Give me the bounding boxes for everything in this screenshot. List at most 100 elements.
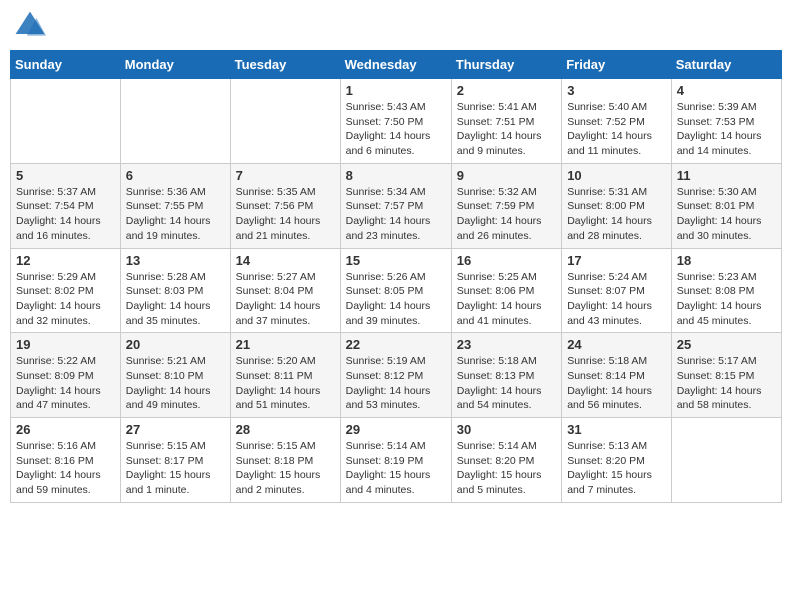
day-number: 14 <box>236 253 335 268</box>
day-header-saturday: Saturday <box>671 51 781 79</box>
day-header-sunday: Sunday <box>11 51 121 79</box>
calendar-week-row: 19 Sunrise: 5:22 AMSunset: 8:09 PMDayligh… <box>11 333 782 418</box>
day-info: Sunrise: 5:17 AMSunset: 8:15 PMDaylight:… <box>677 354 776 413</box>
day-info: Sunrise: 5:29 AMSunset: 8:02 PMDaylight:… <box>16 270 115 329</box>
day-number: 6 <box>126 168 225 183</box>
day-header-tuesday: Tuesday <box>230 51 340 79</box>
day-number: 21 <box>236 337 335 352</box>
day-info: Sunrise: 5:15 AMSunset: 8:17 PMDaylight:… <box>126 439 225 498</box>
calendar-cell: 9 Sunrise: 5:32 AMSunset: 7:59 PMDaylight… <box>451 163 561 248</box>
logo <box>14 10 50 42</box>
day-header-wednesday: Wednesday <box>340 51 451 79</box>
day-header-monday: Monday <box>120 51 230 79</box>
day-info: Sunrise: 5:35 AMSunset: 7:56 PMDaylight:… <box>236 185 335 244</box>
day-info: Sunrise: 5:28 AMSunset: 8:03 PMDaylight:… <box>126 270 225 329</box>
day-header-thursday: Thursday <box>451 51 561 79</box>
calendar-cell: 2 Sunrise: 5:41 AMSunset: 7:51 PMDaylight… <box>451 79 561 164</box>
day-info: Sunrise: 5:19 AMSunset: 8:12 PMDaylight:… <box>346 354 446 413</box>
day-header-friday: Friday <box>562 51 672 79</box>
day-number: 11 <box>677 168 776 183</box>
calendar-cell <box>11 79 121 164</box>
day-number: 8 <box>346 168 446 183</box>
day-number: 12 <box>16 253 115 268</box>
calendar-header-row: SundayMondayTuesdayWednesdayThursdayFrid… <box>11 51 782 79</box>
day-info: Sunrise: 5:26 AMSunset: 8:05 PMDaylight:… <box>346 270 446 329</box>
calendar-cell: 4 Sunrise: 5:39 AMSunset: 7:53 PMDaylight… <box>671 79 781 164</box>
day-number: 5 <box>16 168 115 183</box>
day-number: 9 <box>457 168 556 183</box>
page-header <box>10 10 782 42</box>
day-info: Sunrise: 5:23 AMSunset: 8:08 PMDaylight:… <box>677 270 776 329</box>
calendar-week-row: 1 Sunrise: 5:43 AMSunset: 7:50 PMDaylight… <box>11 79 782 164</box>
day-number: 26 <box>16 422 115 437</box>
day-info: Sunrise: 5:40 AMSunset: 7:52 PMDaylight:… <box>567 100 666 159</box>
day-number: 10 <box>567 168 666 183</box>
day-number: 1 <box>346 83 446 98</box>
day-info: Sunrise: 5:14 AMSunset: 8:20 PMDaylight:… <box>457 439 556 498</box>
calendar-cell: 25 Sunrise: 5:17 AMSunset: 8:15 PMDayligh… <box>671 333 781 418</box>
day-number: 13 <box>126 253 225 268</box>
calendar-cell: 28 Sunrise: 5:15 AMSunset: 8:18 PMDayligh… <box>230 418 340 503</box>
calendar-cell: 1 Sunrise: 5:43 AMSunset: 7:50 PMDaylight… <box>340 79 451 164</box>
calendar-cell: 3 Sunrise: 5:40 AMSunset: 7:52 PMDaylight… <box>562 79 672 164</box>
calendar-cell: 11 Sunrise: 5:30 AMSunset: 8:01 PMDayligh… <box>671 163 781 248</box>
day-number: 2 <box>457 83 556 98</box>
day-number: 25 <box>677 337 776 352</box>
day-info: Sunrise: 5:18 AMSunset: 8:13 PMDaylight:… <box>457 354 556 413</box>
calendar-cell <box>120 79 230 164</box>
day-info: Sunrise: 5:18 AMSunset: 8:14 PMDaylight:… <box>567 354 666 413</box>
calendar-cell: 6 Sunrise: 5:36 AMSunset: 7:55 PMDaylight… <box>120 163 230 248</box>
day-info: Sunrise: 5:24 AMSunset: 8:07 PMDaylight:… <box>567 270 666 329</box>
day-number: 3 <box>567 83 666 98</box>
day-number: 16 <box>457 253 556 268</box>
calendar-cell: 27Sunrise: 5:15 AMSunset: 8:17 PMDayligh… <box>120 418 230 503</box>
calendar-table: SundayMondayTuesdayWednesdayThursdayFrid… <box>10 50 782 503</box>
calendar-week-row: 12 Sunrise: 5:29 AMSunset: 8:02 PMDayligh… <box>11 248 782 333</box>
calendar-cell: 13 Sunrise: 5:28 AMSunset: 8:03 PMDayligh… <box>120 248 230 333</box>
calendar-cell: 31 Sunrise: 5:13 AMSunset: 8:20 PMDayligh… <box>562 418 672 503</box>
calendar-cell: 8 Sunrise: 5:34 AMSunset: 7:57 PMDaylight… <box>340 163 451 248</box>
calendar-cell: 30Sunrise: 5:14 AMSunset: 8:20 PMDayligh… <box>451 418 561 503</box>
day-info: Sunrise: 5:22 AMSunset: 8:09 PMDaylight:… <box>16 354 115 413</box>
calendar-cell: 7 Sunrise: 5:35 AMSunset: 7:56 PMDaylight… <box>230 163 340 248</box>
day-info: Sunrise: 5:32 AMSunset: 7:59 PMDaylight:… <box>457 185 556 244</box>
day-info: Sunrise: 5:27 AMSunset: 8:04 PMDaylight:… <box>236 270 335 329</box>
calendar-cell: 14 Sunrise: 5:27 AMSunset: 8:04 PMDayligh… <box>230 248 340 333</box>
calendar-cell <box>230 79 340 164</box>
day-info: Sunrise: 5:20 AMSunset: 8:11 PMDaylight:… <box>236 354 335 413</box>
day-info: Sunrise: 5:15 AMSunset: 8:18 PMDaylight:… <box>236 439 335 498</box>
day-number: 17 <box>567 253 666 268</box>
calendar-cell: 12 Sunrise: 5:29 AMSunset: 8:02 PMDayligh… <box>11 248 121 333</box>
day-info: Sunrise: 5:30 AMSunset: 8:01 PMDaylight:… <box>677 185 776 244</box>
calendar-cell: 20Sunrise: 5:21 AMSunset: 8:10 PMDayligh… <box>120 333 230 418</box>
day-info: Sunrise: 5:25 AMSunset: 8:06 PMDaylight:… <box>457 270 556 329</box>
day-info: Sunrise: 5:43 AMSunset: 7:50 PMDaylight:… <box>346 100 446 159</box>
calendar-cell <box>671 418 781 503</box>
calendar-cell: 15Sunrise: 5:26 AMSunset: 8:05 PMDayligh… <box>340 248 451 333</box>
day-info: Sunrise: 5:36 AMSunset: 7:55 PMDaylight:… <box>126 185 225 244</box>
day-number: 4 <box>677 83 776 98</box>
day-number: 7 <box>236 168 335 183</box>
day-number: 29 <box>346 422 446 437</box>
calendar-cell: 19 Sunrise: 5:22 AMSunset: 8:09 PMDayligh… <box>11 333 121 418</box>
day-info: Sunrise: 5:34 AMSunset: 7:57 PMDaylight:… <box>346 185 446 244</box>
day-info: Sunrise: 5:41 AMSunset: 7:51 PMDaylight:… <box>457 100 556 159</box>
calendar-cell: 26Sunrise: 5:16 AMSunset: 8:16 PMDayligh… <box>11 418 121 503</box>
day-info: Sunrise: 5:39 AMSunset: 7:53 PMDaylight:… <box>677 100 776 159</box>
day-info: Sunrise: 5:31 AMSunset: 8:00 PMDaylight:… <box>567 185 666 244</box>
day-info: Sunrise: 5:14 AMSunset: 8:19 PMDaylight:… <box>346 439 446 498</box>
calendar-cell: 10 Sunrise: 5:31 AMSunset: 8:00 PMDayligh… <box>562 163 672 248</box>
day-number: 18 <box>677 253 776 268</box>
day-info: Sunrise: 5:13 AMSunset: 8:20 PMDaylight:… <box>567 439 666 498</box>
day-info: Sunrise: 5:37 AMSunset: 7:54 PMDaylight:… <box>16 185 115 244</box>
day-number: 31 <box>567 422 666 437</box>
calendar-cell: 29 Sunrise: 5:14 AMSunset: 8:19 PMDayligh… <box>340 418 451 503</box>
day-number: 28 <box>236 422 335 437</box>
day-number: 19 <box>16 337 115 352</box>
day-number: 23 <box>457 337 556 352</box>
day-number: 20 <box>126 337 225 352</box>
calendar-cell: 5 Sunrise: 5:37 AMSunset: 7:54 PMDaylight… <box>11 163 121 248</box>
calendar-cell: 16 Sunrise: 5:25 AMSunset: 8:06 PMDayligh… <box>451 248 561 333</box>
logo-icon <box>14 10 46 42</box>
calendar-week-row: 26Sunrise: 5:16 AMSunset: 8:16 PMDayligh… <box>11 418 782 503</box>
